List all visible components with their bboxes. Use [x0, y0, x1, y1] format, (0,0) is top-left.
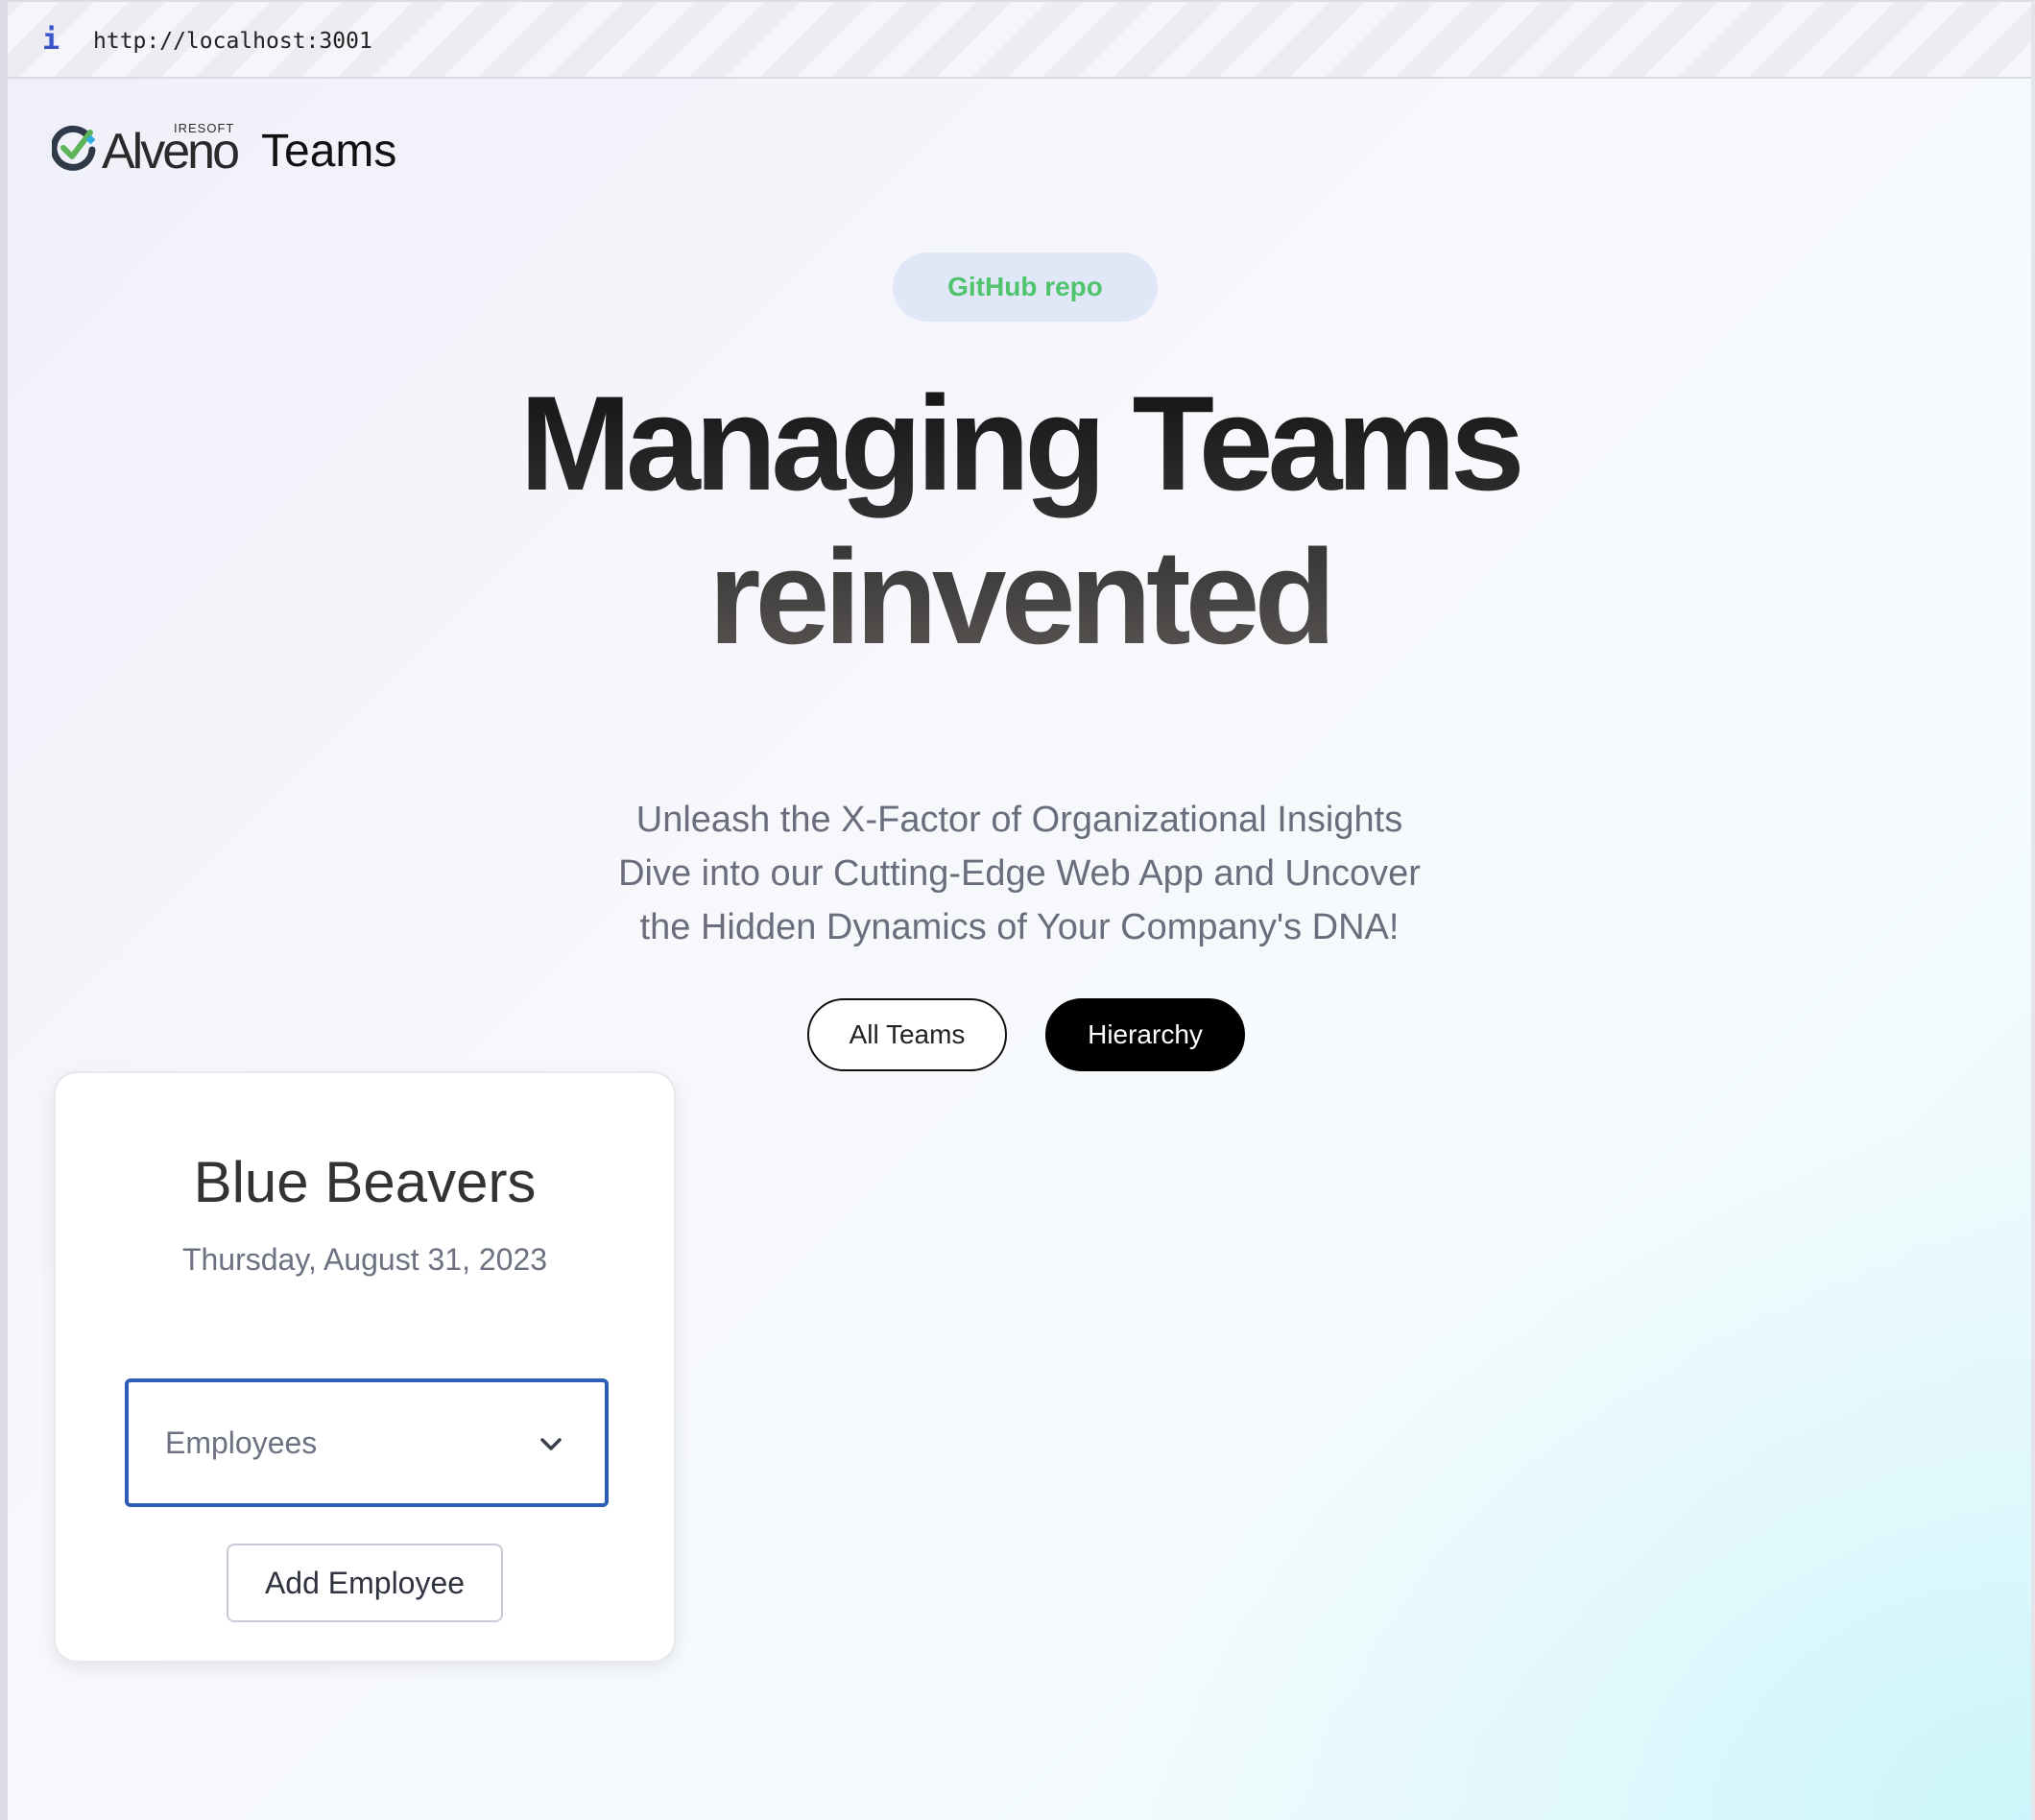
page-content: IRESOFT Alveno Teams GitHub repo Managin…	[8, 79, 2031, 1820]
url-text[interactable]: http://localhost:3001	[93, 27, 372, 56]
hero-subtitle: Unleash the X-Factor of Organizational I…	[539, 793, 1499, 954]
logo-brand-text: Alveno	[102, 124, 240, 180]
github-repo-link[interactable]: GitHub repo	[893, 252, 1158, 322]
browser-window: i http://localhost:3001 IRESOFT Alveno T…	[0, 0, 2035, 1820]
hero-subtitle-line-1: Unleash the X-Factor of Organizational I…	[635, 800, 1403, 840]
logo-check-icon	[52, 125, 96, 171]
team-date: Thursday, August 31, 2023	[181, 1242, 548, 1277]
employees-select-value: Employees	[165, 1425, 318, 1460]
hero-title-line-1: Managing Teams	[519, 368, 1520, 518]
logo[interactable]: IRESOFT Alveno Teams	[46, 113, 411, 179]
address-bar[interactable]: i http://localhost:3001	[8, 2, 2031, 79]
hierarchy-button[interactable]: Hierarchy	[1045, 998, 1245, 1071]
hero-subtitle-line-2: Dive into our Cutting-Edge Web App and U…	[618, 853, 1421, 894]
add-employee-button[interactable]: Add Employee	[227, 1544, 503, 1622]
info-icon[interactable]: i	[42, 25, 61, 56]
team-card: Blue Beavers Thursday, August 31, 2023 E…	[54, 1071, 676, 1663]
employees-select[interactable]: Employees	[125, 1378, 609, 1507]
hero-subtitle-line-3: the Hidden Dynamics of Your Company's DN…	[639, 907, 1400, 947]
team-name: Blue Beavers	[193, 1150, 537, 1214]
all-teams-button[interactable]: All Teams	[807, 998, 1007, 1071]
chevron-down-icon	[540, 1438, 562, 1450]
hero-title: Managing Teams reinvented	[251, 367, 1787, 674]
hero-title-line-2: reinvented	[708, 521, 1330, 672]
logo-product-text: Teams	[261, 126, 397, 177]
